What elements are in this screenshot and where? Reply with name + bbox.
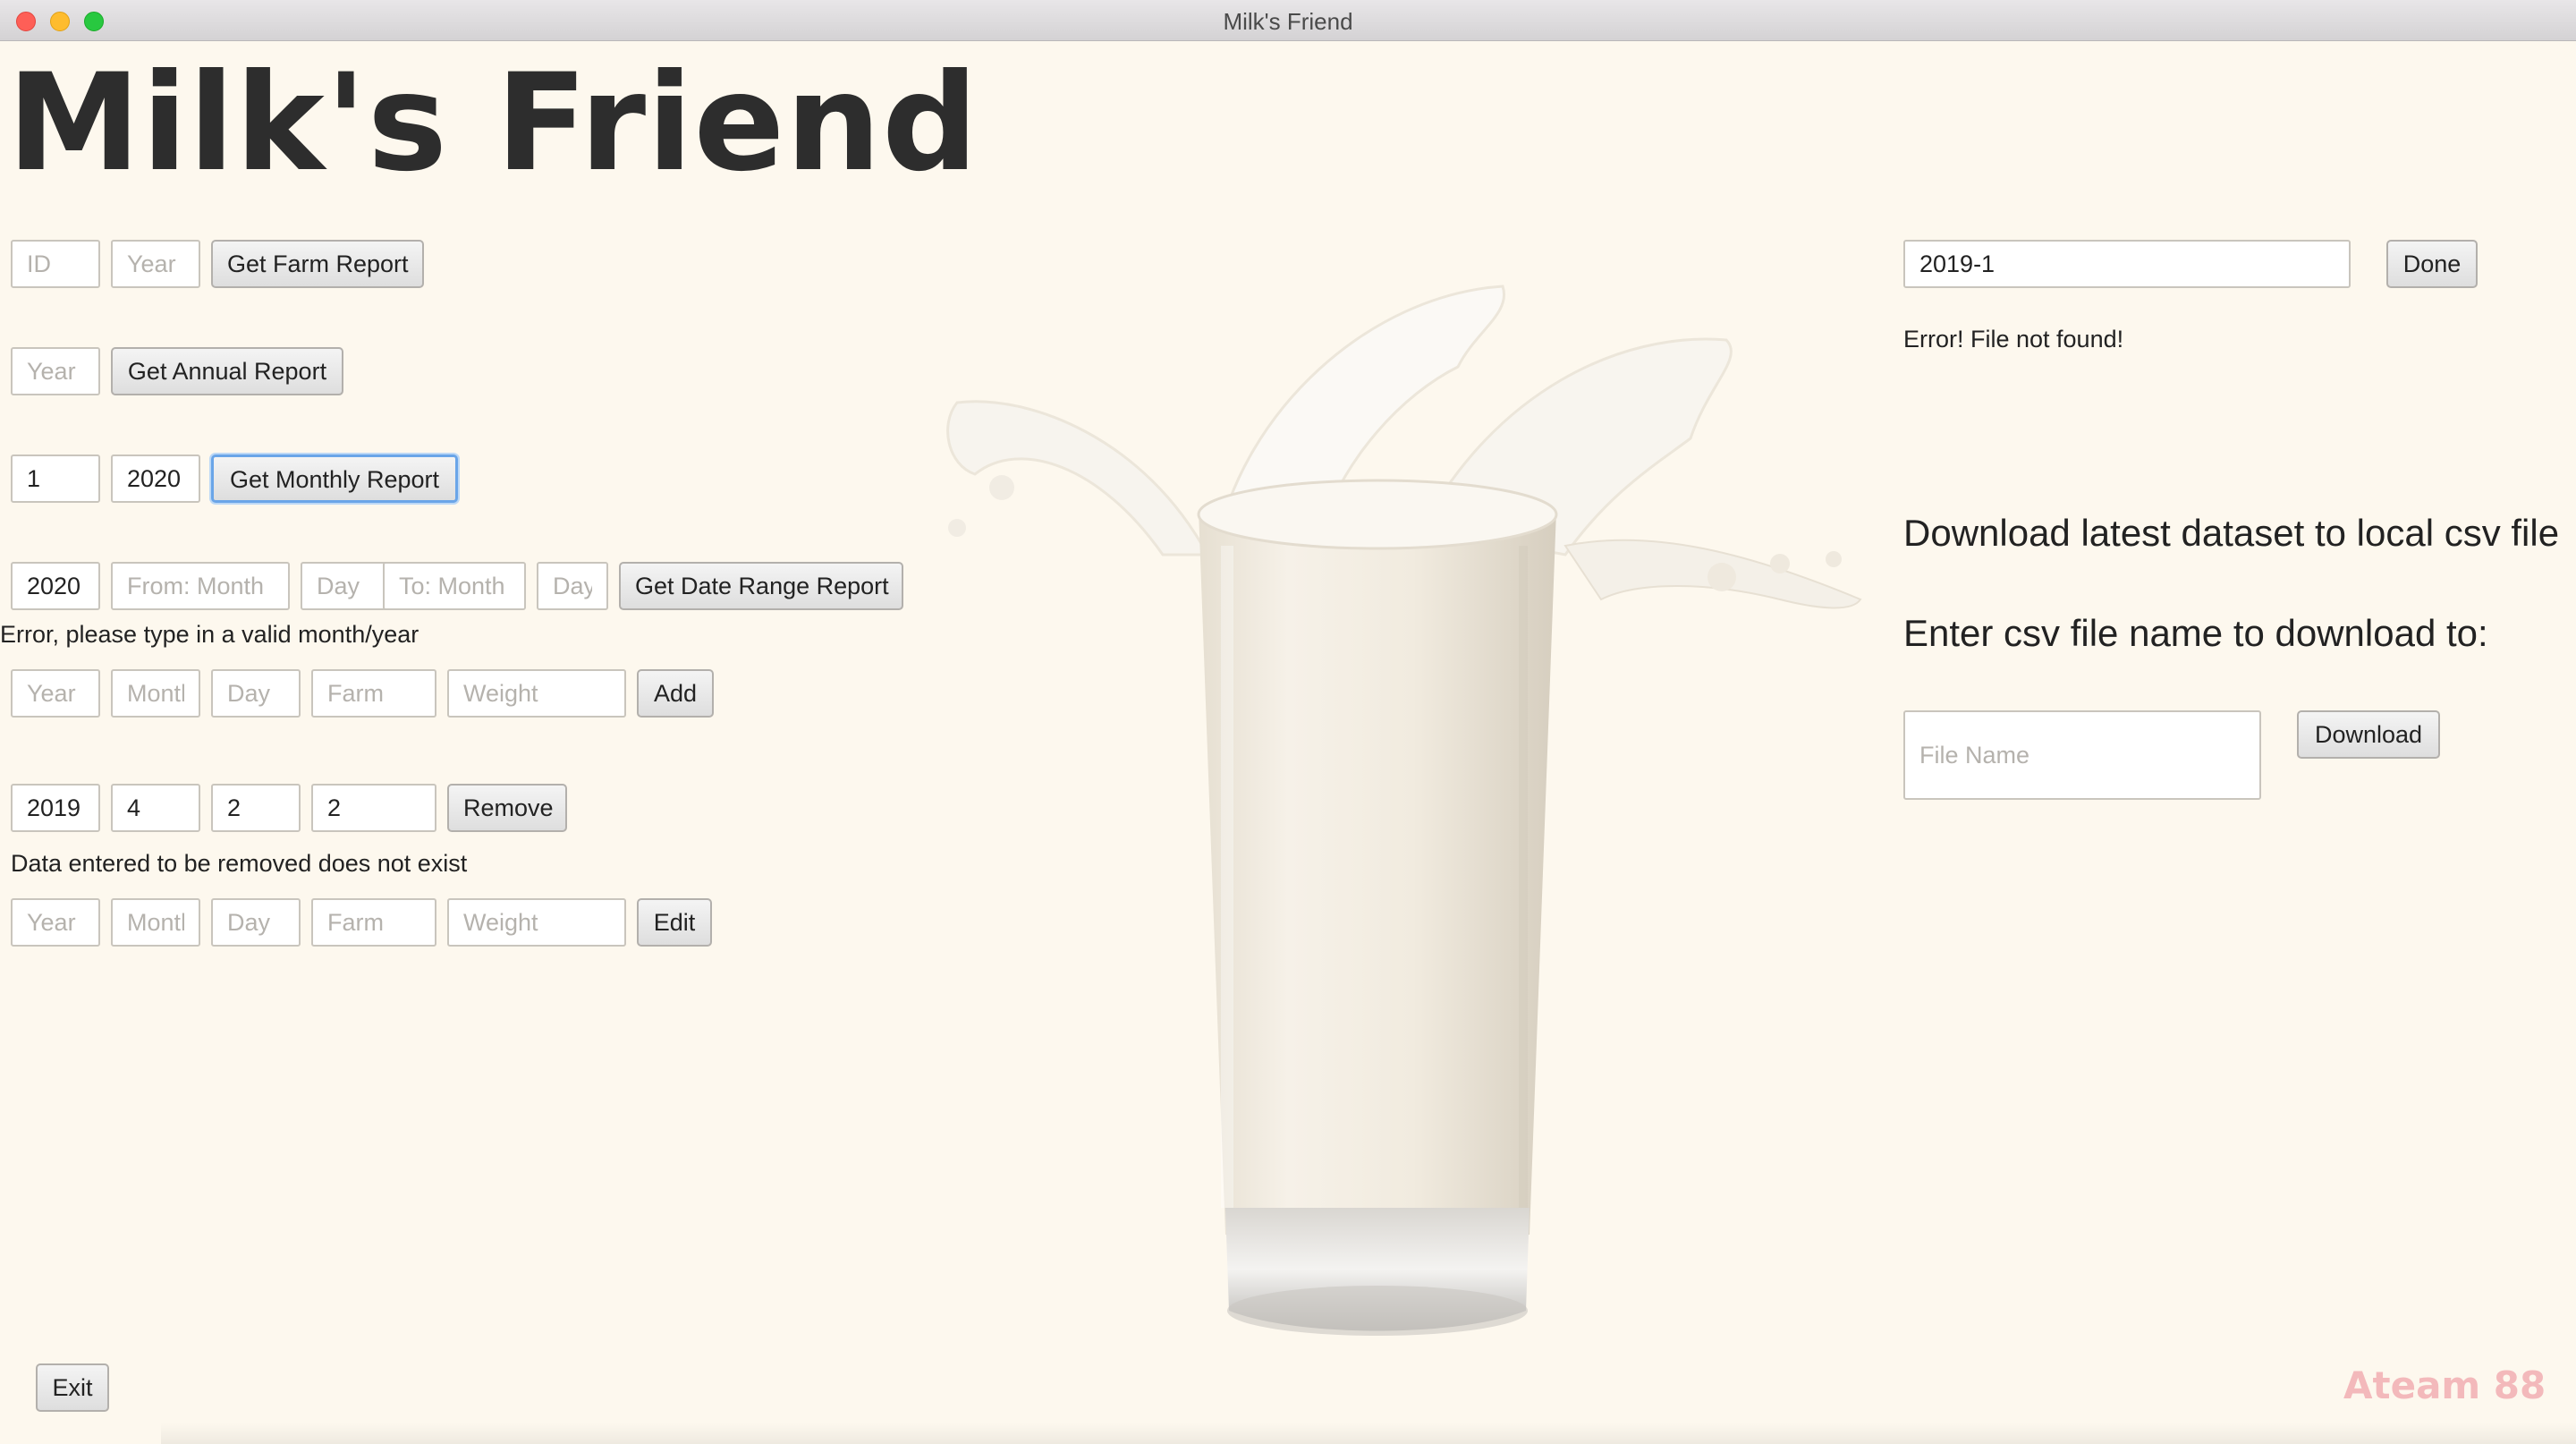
remove-year-input[interactable]	[11, 784, 100, 832]
window-titlebar: Milk's Friend	[0, 0, 2576, 41]
file-name-input[interactable]	[1903, 710, 2261, 800]
edit-weight-input[interactable]	[447, 898, 626, 947]
remove-message-text: Data entered to be removed does not exis…	[11, 850, 468, 877]
farm-year-input[interactable]	[111, 240, 200, 288]
add-day-input[interactable]	[211, 669, 301, 718]
download-heading: Download latest dataset to local csv fil…	[1903, 512, 2560, 554]
file-error-text: Error! File not found!	[1903, 326, 2124, 353]
add-weight-input[interactable]	[447, 669, 626, 718]
monthly-month-input[interactable]	[11, 454, 100, 503]
range-to-day-input[interactable]	[537, 562, 608, 610]
edit-year-input[interactable]	[11, 898, 100, 947]
window-title: Milk's Friend	[1223, 8, 1353, 35]
team-brand-label: Ateam 88	[2343, 1363, 2546, 1407]
edit-day-input[interactable]	[211, 898, 301, 947]
range-from-day-input[interactable]	[301, 562, 390, 610]
exit-button[interactable]: Exit	[36, 1363, 109, 1412]
add-farm-input[interactable]	[311, 669, 436, 718]
add-button[interactable]: Add	[637, 669, 714, 718]
edit-month-input[interactable]	[111, 898, 200, 947]
edit-farm-input[interactable]	[311, 898, 436, 947]
range-year-input[interactable]	[11, 562, 100, 610]
done-button[interactable]: Done	[2386, 240, 2478, 288]
remove-farm-input[interactable]	[311, 784, 436, 832]
remove-button[interactable]: Remove	[447, 784, 567, 832]
get-farm-report-button[interactable]: Get Farm Report	[211, 240, 424, 288]
remove-month-input[interactable]	[111, 784, 200, 832]
date-range-error-text: Error, please type in a valid month/year	[0, 621, 419, 648]
app-title: Milk's Friend	[7, 46, 979, 201]
add-month-input[interactable]	[111, 669, 200, 718]
load-file-input[interactable]	[1903, 240, 2351, 288]
monthly-year-input[interactable]	[111, 454, 200, 503]
download-prompt: Enter csv file name to download to:	[1903, 612, 2488, 654]
add-year-input[interactable]	[11, 669, 100, 718]
download-button[interactable]: Download	[2297, 710, 2440, 759]
milk-glass-image	[946, 285, 1862, 1336]
get-annual-report-button[interactable]: Get Annual Report	[111, 347, 343, 395]
edit-button[interactable]: Edit	[637, 898, 712, 947]
farm-id-input[interactable]	[11, 240, 100, 288]
get-monthly-report-button[interactable]: Get Monthly Report	[211, 454, 458, 503]
annual-year-input[interactable]	[11, 347, 100, 395]
get-date-range-report-button[interactable]: Get Date Range Report	[619, 562, 903, 610]
window-bottom-shadow	[161, 1423, 2576, 1444]
range-to-month-input[interactable]	[383, 562, 526, 610]
range-from-month-input[interactable]	[111, 562, 290, 610]
remove-day-input[interactable]	[211, 784, 301, 832]
